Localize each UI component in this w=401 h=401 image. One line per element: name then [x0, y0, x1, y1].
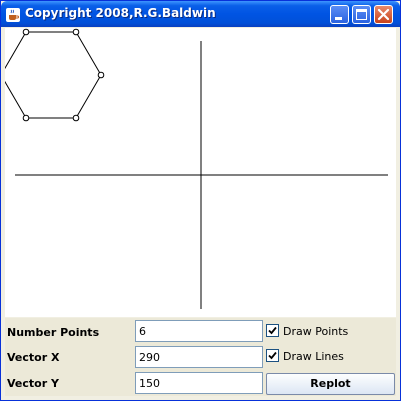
maximize-icon: [356, 9, 367, 20]
close-button[interactable]: [374, 5, 393, 24]
draw-lines-checkbox[interactable]: Draw Lines: [266, 349, 344, 363]
checkmark-icon: [268, 326, 277, 335]
window-title: Copyright 2008,R.G.Baldwin: [25, 6, 216, 20]
maximize-button[interactable]: [352, 5, 371, 24]
drawing-canvas[interactable]: [5, 28, 396, 317]
checkmark-icon: [268, 351, 277, 360]
vector-y-label: Vector Y: [7, 377, 59, 390]
draw-points-check-box[interactable]: [266, 324, 279, 337]
minimize-icon: [335, 17, 342, 20]
app-window: Copyright 2008,R.G.Baldwin Number Points…: [0, 0, 401, 401]
vector-y-field[interactable]: [135, 372, 263, 394]
replot-button[interactable]: Replot: [266, 373, 395, 395]
draw-points-checkbox[interactable]: Draw Points: [266, 324, 348, 338]
hexagon-shape: [5, 28, 105, 122]
title-bar[interactable]: Copyright 2008,R.G.Baldwin: [1, 1, 400, 27]
number-points-label: Number Points: [7, 326, 100, 339]
minimize-button[interactable]: [330, 5, 349, 24]
close-icon: [377, 8, 390, 21]
draw-lines-check-box[interactable]: [266, 349, 279, 362]
number-points-field[interactable]: [135, 320, 263, 342]
draw-points-label: Draw Points: [283, 325, 349, 338]
vector-x-label: Vector X: [7, 351, 60, 364]
draw-lines-label: Draw Lines: [283, 350, 344, 363]
vector-x-field[interactable]: [135, 346, 263, 368]
java-cup-icon: [6, 7, 20, 22]
control-panel: Number Points Draw Points Vector X Draw …: [5, 318, 396, 396]
